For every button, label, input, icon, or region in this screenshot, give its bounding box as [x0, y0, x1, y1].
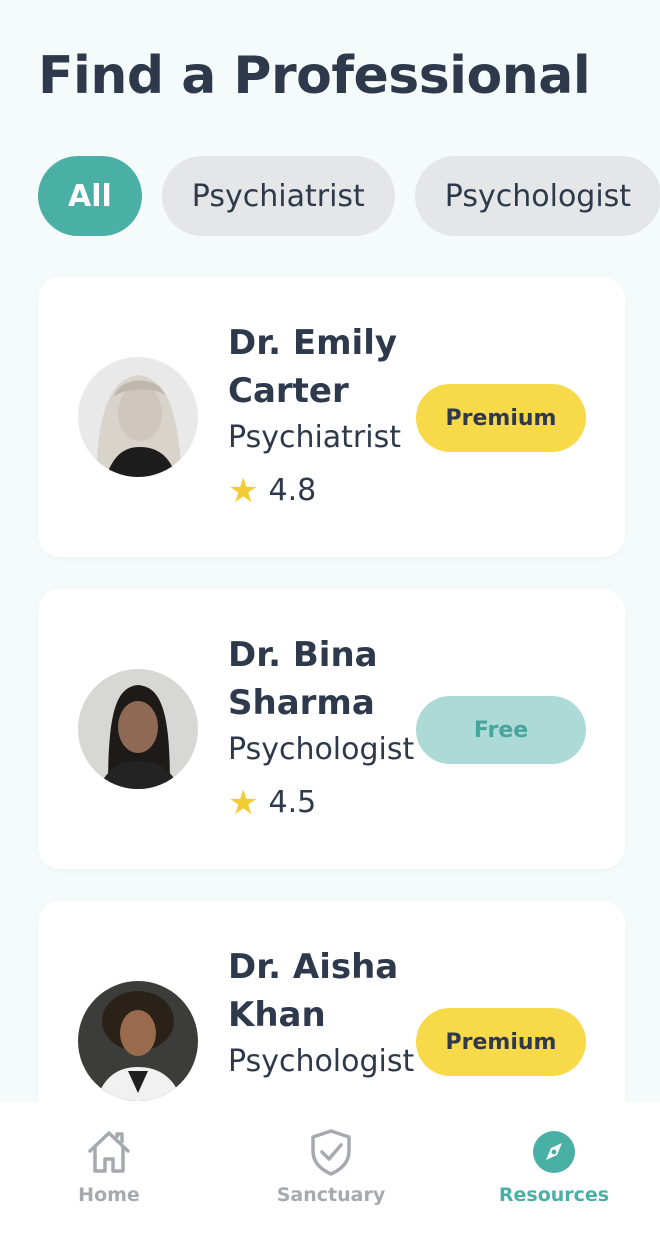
nav-item-sanctuary[interactable]: Sanctuary [231, 1126, 431, 1206]
rating-value: 4.8 [268, 473, 317, 508]
nav-item-home[interactable]: Home [9, 1126, 209, 1206]
filter-chip-all[interactable]: All [38, 156, 142, 236]
filter-chip-psychologist[interactable]: Psychologist [414, 156, 660, 236]
nav-label: Home [78, 1184, 140, 1206]
avatar [78, 669, 198, 789]
professional-specialty: Psychiatrist [228, 420, 401, 455]
nav-label: Resources [498, 1184, 610, 1206]
avatar [78, 357, 198, 477]
home-icon [83, 1126, 135, 1178]
professional-name: Dr. Bina Sharma [228, 635, 378, 723]
rating: ★ 4.5 [228, 785, 418, 820]
shield-check-icon [305, 1126, 357, 1178]
nav-label: Sanctuary [276, 1184, 386, 1206]
page-title: Find a Professional [38, 46, 591, 106]
star-icon: ★ [228, 782, 259, 823]
professional-name: Dr. Emily Carter [228, 323, 398, 411]
professional-specialty: Psychologist [228, 1044, 415, 1079]
compass-icon [528, 1126, 580, 1178]
bottom-nav: Home Sanctuary Resources [0, 1102, 660, 1240]
nav-item-resources[interactable]: Resources [454, 1126, 654, 1206]
tier-badge: Premium [416, 1008, 586, 1076]
professional-name: Dr. Aisha Khan [228, 947, 399, 1035]
star-icon: ★ [228, 470, 259, 511]
app-screen: Find a Professional All Psychiatrist Psy… [0, 0, 660, 1240]
filter-chips: All Psychiatrist Psychologist [38, 156, 660, 236]
rating-value: 4.5 [268, 785, 317, 820]
professional-card[interactable]: Dr. Emily Carter Psychiatrist ★ 4.8 Prem… [38, 277, 625, 557]
professional-card[interactable]: Dr. Bina Sharma Psychologist ★ 4.5 Free [38, 589, 625, 869]
professional-specialty: Psychologist [228, 732, 415, 767]
avatar [78, 981, 198, 1101]
filter-chip-psychiatrist[interactable]: Psychiatrist [161, 156, 395, 236]
tier-badge: Free [416, 696, 586, 764]
tier-badge: Premium [416, 384, 586, 452]
rating: ★ 4.8 [228, 473, 418, 508]
